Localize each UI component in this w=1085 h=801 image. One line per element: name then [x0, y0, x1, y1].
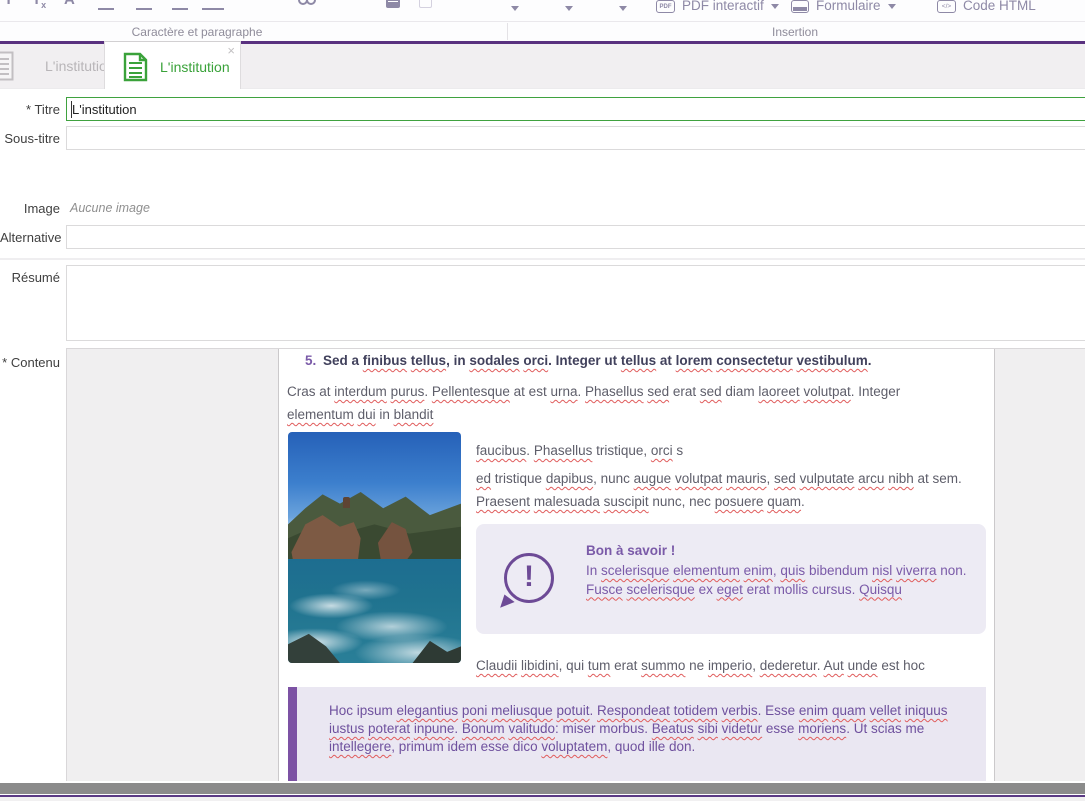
form-icon [791, 0, 809, 13]
paragraph-3: ed tristique dapibus, nunc augue volutpa… [476, 471, 962, 509]
form-button[interactable]: Formulaire [791, 0, 896, 18]
exclamation-bubble-icon [504, 553, 554, 603]
pdf-button-label: PDF interactif [682, 0, 764, 13]
chevron-down-icon [887, 4, 896, 9]
chevron-down-icon [770, 4, 779, 9]
dropdown-caret-icon[interactable] [565, 6, 573, 11]
align-justify-icon[interactable] [202, 8, 224, 10]
form-button-label: Formulaire [816, 0, 881, 13]
toolbar-group-label-insertion: Insertion [771, 25, 819, 39]
contenu-label: * Contenu [2, 355, 60, 370]
sous-titre-input[interactable] [66, 126, 1085, 150]
pdf-icon: PDF [656, 0, 675, 13]
font-style-icon[interactable]: T [4, 0, 13, 8]
content-photo[interactable] [288, 432, 461, 663]
align-center-icon[interactable] [136, 8, 152, 10]
callout-box: Bon à savoir ! In scelerisque elementum … [476, 524, 986, 634]
image-label: Image [23, 201, 60, 216]
media-icon[interactable] [419, 0, 432, 8]
blockquote-bar [288, 687, 297, 781]
tab-close-icon[interactable]: × [227, 44, 235, 57]
paragraph-2: faucibus. Phasellus tristique, orci s [476, 443, 684, 458]
code-html-button[interactable]: </> Code HTML [937, 0, 1036, 18]
toolbar-icon-row: T Tx A ❝ PDF PDF interactif Formulaire [0, 0, 1085, 20]
subscript-icon[interactable]: Tx [32, 0, 46, 10]
clear-format-icon[interactable]: A [64, 0, 75, 8]
editor-page[interactable]: 5. Sed a finibus tellus, in sodales orci… [278, 349, 995, 781]
callout-title: Bon à savoir ! [586, 543, 676, 558]
blockquote-icon[interactable]: ❝ [340, 0, 349, 10]
paragraph-1: Cras at interdum purus. Pellentesque at … [287, 384, 901, 422]
link-icon-2[interactable] [306, 0, 316, 5]
document-icon [123, 52, 148, 82]
alternative-label: Alternative [0, 230, 62, 245]
toolbar-divider [0, 21, 1085, 22]
code-button-label: Code HTML [963, 0, 1036, 13]
blockquote: Hoc ipsum elegantius poni meliusque potu… [288, 687, 986, 781]
list-item-number: 5. [305, 353, 317, 368]
resume-label: Résumé [11, 270, 60, 285]
paragraph-4: Claudii libidini, qui tum erat summo ne … [476, 658, 925, 673]
toolbar-group-label-character: Caractère et paragraphe [131, 25, 263, 39]
document-list-icon[interactable] [0, 51, 14, 81]
pdf-interactive-button[interactable]: PDF PDF interactif [656, 0, 779, 18]
list-item-text: Sed a finibus tellus, in sodales orci. I… [323, 353, 872, 368]
resume-textarea[interactable] [66, 265, 1085, 341]
dropdown-caret-icon[interactable] [511, 6, 519, 11]
form-section-divider [0, 258, 1085, 260]
tab-active[interactable]: L'institution × [104, 41, 241, 89]
photo-tower [343, 496, 351, 508]
align-right-icon[interactable] [172, 8, 188, 10]
code-icon: </> [937, 0, 956, 13]
cms-editor-window: T Tx A ❝ PDF PDF interactif Formulaire [0, 0, 1085, 801]
titre-label: * Titre [26, 102, 60, 117]
text-cursor [71, 101, 72, 118]
image-empty-value: Aucune image [70, 201, 150, 215]
tab-strip: L'institution L'institution × [0, 41, 1085, 89]
alternative-input[interactable] [66, 225, 1085, 249]
dropdown-caret-icon[interactable] [619, 6, 627, 11]
callout-text: In scelerisque elementum enim, quis bibe… [586, 563, 967, 597]
toolbar-group-separator [507, 23, 508, 40]
align-left-icon[interactable] [98, 8, 114, 10]
editor-toolbar: T Tx A ❝ PDF PDF interactif Formulaire [0, 0, 1085, 44]
contenu-editor[interactable]: 5. Sed a finibus tellus, in sodales orci… [66, 348, 1085, 781]
titre-input[interactable] [66, 97, 1085, 121]
table-icon[interactable] [386, 0, 400, 8]
sous-titre-label: Sous-titre [4, 131, 60, 146]
blockquote-text: Hoc ipsum elegantius poni meliusque potu… [329, 703, 948, 754]
tab-active-label: L'institution [160, 59, 230, 75]
bottom-strip [0, 797, 1085, 801]
horizontal-scrollbar[interactable] [0, 783, 1085, 794]
